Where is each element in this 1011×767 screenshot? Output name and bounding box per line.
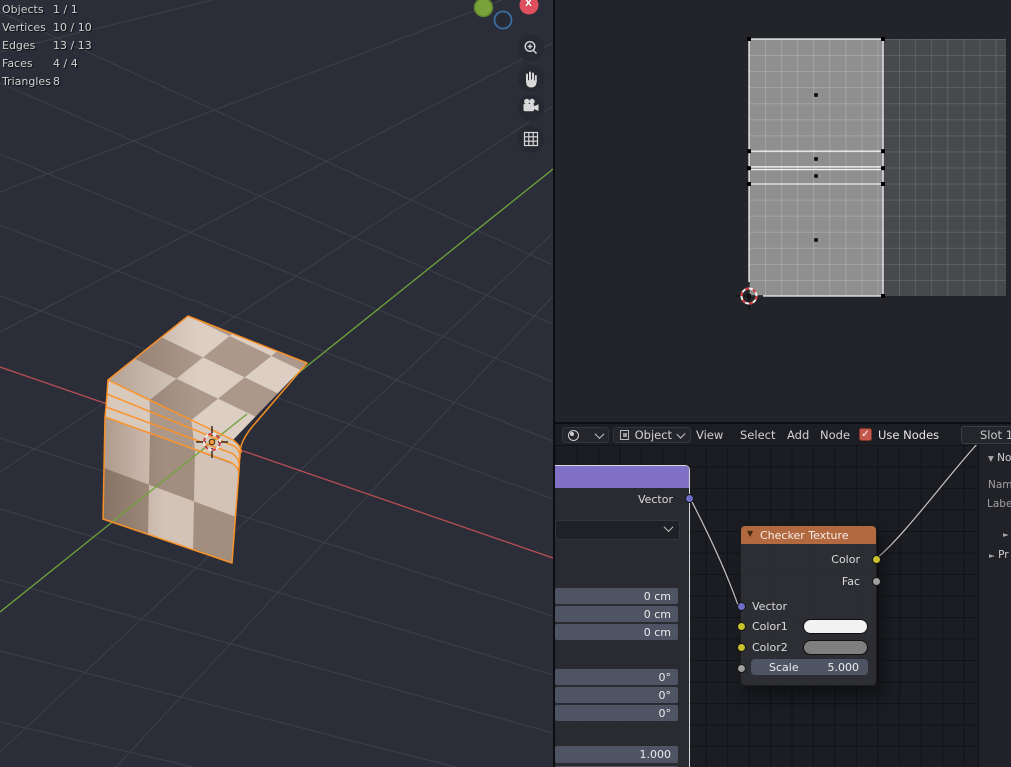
sidebar-collapsed-panel[interactable]: ► [1003, 528, 1009, 540]
mapping-node-header[interactable] [555, 466, 689, 488]
triangle-right-icon: ► [989, 551, 995, 560]
color2-input-label: Color2 [752, 641, 788, 654]
menu-view[interactable]: View [696, 428, 723, 442]
mapping-type-dropdown[interactable] [555, 520, 680, 540]
stat-value: 1 / 1 [53, 3, 78, 16]
ortho-grid-button[interactable] [517, 125, 545, 153]
chevron-down-icon [663, 522, 674, 533]
sidebar-name-label: Nam [988, 479, 1011, 491]
fac-output-label: Fac [841, 575, 860, 588]
vector-input-label: Vector [752, 600, 788, 613]
rotation-z-field[interactable]: 0° [555, 705, 678, 721]
gizmo-y-axis-ball[interactable] [473, 0, 494, 18]
rotation-y-field[interactable]: 0° [555, 687, 678, 703]
uv-overlay [735, 37, 885, 310]
uv-vertices[interactable] [747, 37, 885, 298]
sidebar-label-label: Labe [987, 498, 1011, 510]
uv-face-dots[interactable] [814, 93, 818, 242]
sidebar-panel-node-label: No [997, 452, 1011, 464]
zoom-button[interactable] [517, 34, 545, 62]
color1-input-label: Color1 [752, 620, 788, 633]
stat-value: 8 [53, 75, 60, 88]
uv-island-edges[interactable] [748, 38, 884, 297]
mapping-output-label: Vector [637, 493, 673, 506]
color-output-socket[interactable] [871, 554, 881, 564]
use-nodes-label[interactable]: Use Nodes [878, 428, 939, 442]
triangle-down-icon: ▼ [988, 454, 994, 463]
color1-swatch[interactable] [803, 619, 868, 634]
location-z-field[interactable]: 0 cm [555, 624, 678, 640]
sidebar-panel-properties[interactable]: ► Pr [989, 549, 1009, 561]
node-editor-canvas[interactable]: Vector 0 cm 0 cm 0 cm 0° 0° 0° 1.000 ▼ C… [555, 445, 1011, 767]
collapse-triangle-icon[interactable]: ▼ [747, 529, 753, 538]
scale-input-socket[interactable] [736, 663, 746, 673]
checker-scale-field[interactable]: Scale 5.000 [751, 659, 868, 675]
stat-label: Edges [2, 39, 36, 52]
viewport-nav-buttons[interactable] [517, 34, 545, 153]
scale-x-field[interactable]: 1.000 [555, 746, 678, 763]
chevron-down-icon [676, 429, 686, 439]
node-editor-header: Object View Select Add Node ✓ Use Nodes … [555, 423, 1011, 446]
color-output-label: Color [831, 553, 860, 566]
object-data-icon [620, 430, 629, 440]
node-editor-sidebar: ▼ No Nam Labe ► ► Pr [978, 445, 1011, 767]
checker-node-title: Checker Texture [760, 528, 849, 542]
color2-input-socket[interactable] [736, 642, 746, 652]
editor-type-button[interactable] [562, 427, 609, 443]
rotation-x-field[interactable]: 0° [555, 669, 678, 685]
shader-mode-dropdown[interactable]: Object [613, 427, 691, 443]
vector-output-socket[interactable] [685, 494, 694, 503]
viewport-3d[interactable]: Objects 1 / 1 Vertices 10 / 10 Edges 13 / 1… [0, 0, 553, 767]
checker-scale-value: 5.000 [827, 660, 860, 674]
location-x-field[interactable]: 0 cm [555, 588, 678, 604]
stat-label: Faces [2, 57, 33, 70]
color2-swatch[interactable] [803, 640, 868, 655]
color1-input-socket[interactable] [736, 621, 746, 631]
stat-value: 10 / 10 [53, 21, 92, 34]
x-axis-line [0, 366, 553, 559]
chevron-down-icon [594, 428, 605, 439]
viewport-statistics: Objects 1 / 1 Vertices 10 / 10 Edges 13 / 1… [2, 1, 92, 91]
gizmo-z-axis-ball[interactable] [493, 10, 513, 30]
slot-button[interactable]: Slot 1 [961, 426, 1011, 444]
triangle-right-icon: ► [1003, 530, 1009, 539]
sidebar-panel-node[interactable]: ▼ No [988, 452, 1011, 464]
gizmo-x-label: X [525, 0, 532, 9]
uv-cursor-2d [735, 282, 763, 310]
stat-label: Objects [2, 3, 44, 16]
checker-scale-label: Scale [769, 660, 799, 674]
uv-editor[interactable] [555, 0, 1011, 422]
menu-select[interactable]: Select [740, 428, 775, 442]
menu-node[interactable]: Node [820, 428, 850, 442]
slot-label: Slot 1 [980, 428, 1011, 442]
vector-input-socket[interactable] [736, 601, 746, 611]
use-nodes-checkbox[interactable]: ✓ [859, 428, 872, 441]
shader-mode-value: Object [634, 428, 673, 442]
sidebar-panel-properties-label: Pr [998, 549, 1009, 561]
stat-value: 13 / 13 [53, 39, 92, 52]
checker-node-header[interactable]: ▼ Checker Texture [741, 526, 876, 544]
location-y-field[interactable]: 0 cm [555, 606, 678, 622]
viewport-scene [0, 0, 553, 767]
mapping-node[interactable]: Vector 0 cm 0 cm 0 cm 0° 0° 0° 1.000 [555, 465, 694, 767]
shader-editor-icon [568, 429, 579, 441]
menu-add[interactable]: Add [787, 428, 809, 442]
stat-value: 4 / 4 [53, 57, 78, 70]
stat-label: Triangles [2, 75, 51, 88]
checker-texture-node[interactable]: ▼ Checker Texture Color Fac Vector Color… [736, 525, 881, 686]
blender-window: Objects 1 / 1 Vertices 10 / 10 Edges 13 / 1… [0, 0, 1011, 767]
stat-label: Vertices [2, 21, 46, 34]
fac-output-socket[interactable] [871, 576, 881, 586]
